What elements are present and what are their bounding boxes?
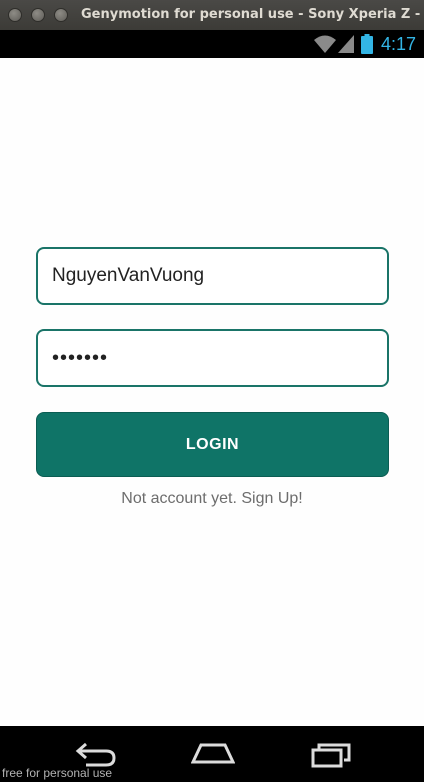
- signal-icon: [338, 35, 354, 53]
- window-close-button[interactable]: [8, 8, 22, 22]
- login-button[interactable]: LOGIN: [36, 412, 389, 477]
- window-minimize-button[interactable]: [31, 8, 45, 22]
- signup-link[interactable]: Not account yet. Sign Up!: [0, 490, 424, 508]
- navigation-bar: free for personal use: [0, 726, 424, 782]
- window-titlebar: Genymotion for personal use - Sony Xperi…: [0, 0, 424, 30]
- battery-icon: [361, 34, 373, 54]
- status-bar: 4:17: [0, 30, 424, 58]
- back-icon[interactable]: [74, 740, 118, 768]
- home-icon[interactable]: [191, 740, 235, 768]
- password-input[interactable]: [52, 331, 372, 385]
- window-maximize-button[interactable]: [54, 8, 68, 22]
- recents-icon[interactable]: [311, 740, 355, 768]
- watermark-text: free for personal use: [2, 766, 113, 780]
- password-field[interactable]: [36, 329, 389, 387]
- status-time: 4:17: [380, 34, 416, 54]
- window-title: Genymotion for personal use - Sony Xperi…: [81, 7, 424, 22]
- username-field[interactable]: [36, 247, 389, 305]
- wifi-icon: [314, 35, 336, 53]
- login-screen: LOGIN Not account yet. Sign Up!: [0, 58, 424, 726]
- username-input[interactable]: [52, 249, 372, 303]
